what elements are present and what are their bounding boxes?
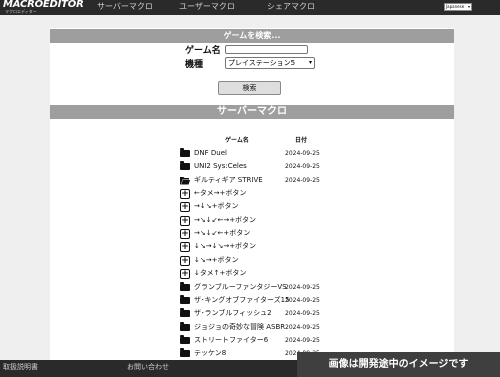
platform-label: 機種 xyxy=(185,60,204,70)
language-value: Japanese xyxy=(446,4,465,9)
game-name: ザ･キングオブファイターズ15 xyxy=(194,295,290,304)
date-text: 2024-09-25 xyxy=(285,336,320,344)
macro-row[interactable]: + ←タメ→+ボタン xyxy=(50,187,454,200)
folder-icon[interactable] xyxy=(180,334,190,345)
server-macro-section-title: サーバーマクロ xyxy=(50,105,454,119)
plus-icon[interactable]: + xyxy=(180,242,190,253)
top-navigation-bar: MACROEDITOR マクロエディター サーバーマクロ ユーザーマクロ シェア… xyxy=(0,0,500,15)
date-text: 2024-09-25 xyxy=(285,296,320,304)
development-notice-banner: 画像は開発途中のイメージです xyxy=(297,352,500,377)
contact-link[interactable]: お問い合わせ xyxy=(127,362,169,372)
game-name: ザ･ランブルフィッシュ2 xyxy=(194,309,272,318)
manual-link[interactable]: 取扱説明書 xyxy=(3,362,38,372)
plus-icon[interactable]: + xyxy=(180,189,190,200)
folder-icon[interactable] xyxy=(180,308,190,318)
nav-user-macro[interactable]: ユーザーマクロ xyxy=(179,1,235,12)
date-text: 2024-09-25 xyxy=(285,323,320,331)
macro-row[interactable]: + ↓タメ↑+ボタン xyxy=(50,267,454,280)
folder-icon[interactable] xyxy=(180,294,190,305)
date-text: 2024-09-25 xyxy=(285,176,320,184)
plus-icon[interactable]: + xyxy=(180,269,190,280)
game-name: UNI2 Sys:Celes xyxy=(194,162,247,171)
macro-name: →↘↓↙←+ボタン xyxy=(194,229,251,238)
macro-row[interactable]: + →↘↓↙←+ボタン xyxy=(50,227,454,240)
macro-editor-logo[interactable]: MACROEDITOR マクロエディター xyxy=(3,0,85,15)
nav-server-macro[interactable]: サーバーマクロ xyxy=(97,1,153,12)
game-name: DNF Duel xyxy=(194,149,227,157)
game-name-input[interactable] xyxy=(225,45,308,54)
plus-icon[interactable]: + xyxy=(180,215,190,226)
platform-select[interactable]: プレイステーション5 ▾ xyxy=(225,57,315,69)
search-section-title: ゲームを検索... xyxy=(50,29,454,43)
game-name: ストリートファイター6 xyxy=(194,335,269,344)
game-folder-row[interactable]: ジョジョの奇妙な冒険 ASBR 2024-09-25 xyxy=(50,321,454,334)
macro-name: ↓タメ↑+ボタン xyxy=(194,269,247,278)
date-text: 2024-09-25 xyxy=(285,310,320,318)
plus-icon[interactable]: + xyxy=(180,202,190,213)
nav-share-macro[interactable]: シェアマクロ xyxy=(267,1,315,12)
date-text: 2024-09-25 xyxy=(285,283,320,291)
folder-icon[interactable] xyxy=(180,148,190,158)
game-folder-row[interactable]: ザ･キングオブファイターズ15 2024-09-25 xyxy=(50,294,454,307)
game-folder-row[interactable]: ストリートファイター6 2024-09-25 xyxy=(50,334,454,347)
folder-open-icon[interactable] xyxy=(180,176,190,185)
game-folder-row[interactable]: ギルティギア STRIVE 2024-09-25 xyxy=(50,174,454,187)
folder-icon[interactable] xyxy=(180,321,190,332)
game-name-label: ゲーム名 xyxy=(185,46,221,56)
macro-name: →↓↘+ボタン xyxy=(194,202,239,211)
plus-icon[interactable]: + xyxy=(180,229,190,240)
game-folder-row[interactable]: UNI2 Sys:Celes 2024-09-25 xyxy=(50,160,454,173)
column-header-game-name: ゲーム名 xyxy=(225,137,249,144)
platform-value: プレイステーション5 xyxy=(228,59,296,67)
language-select[interactable]: Japanese ▾ xyxy=(444,3,472,11)
game-folder-row[interactable]: DNF Duel 2024-09-25 xyxy=(50,147,454,160)
game-name: ジョジョの奇妙な冒険 ASBR xyxy=(194,322,286,331)
chevron-down-icon: ▾ xyxy=(308,59,312,66)
game-folder-row[interactable]: グランブルーファンタジーVS 2024-09-25 xyxy=(50,281,454,294)
chevron-down-icon: ▾ xyxy=(467,4,470,9)
macro-row[interactable]: + ↓↘→+ボタン xyxy=(50,254,454,267)
folder-icon[interactable] xyxy=(180,348,190,358)
logo-subtitle: マクロエディター xyxy=(5,9,37,14)
macro-name: ↓↘→↓↘→+ボタン xyxy=(194,242,257,251)
game-name: グランブルーファンタジーVS xyxy=(194,282,287,291)
date-text: 2024-09-25 xyxy=(285,163,320,171)
macro-name: ↓↘→+ボタン xyxy=(194,255,239,264)
macro-name: →↘↓↙←→+ボタン xyxy=(194,215,257,224)
macro-name: ←タメ→+ボタン xyxy=(194,189,247,198)
macro-row[interactable]: + ↓↘→↓↘→+ボタン xyxy=(50,240,454,253)
macro-row[interactable]: + →↓↘+ボタン xyxy=(50,200,454,213)
search-button[interactable]: 検索 xyxy=(218,81,281,95)
game-name: ギルティギア STRIVE xyxy=(194,175,263,184)
plus-icon[interactable]: + xyxy=(180,255,190,266)
folder-icon[interactable] xyxy=(180,161,190,171)
column-header-date: 日付 xyxy=(295,137,308,144)
date-text: 2024-09-25 xyxy=(285,150,320,157)
game-folder-row[interactable]: ザ･ランブルフィッシュ2 2024-09-25 xyxy=(50,307,454,320)
game-name: テッケン8 xyxy=(194,349,227,358)
folder-icon[interactable] xyxy=(180,281,190,292)
main-panel: ゲームを検索... ゲーム名 機種 プレイステーション5 ▾ 検索 サーバーマク… xyxy=(50,28,454,360)
macro-row[interactable]: + →↘↓↙←→+ボタン xyxy=(50,214,454,227)
